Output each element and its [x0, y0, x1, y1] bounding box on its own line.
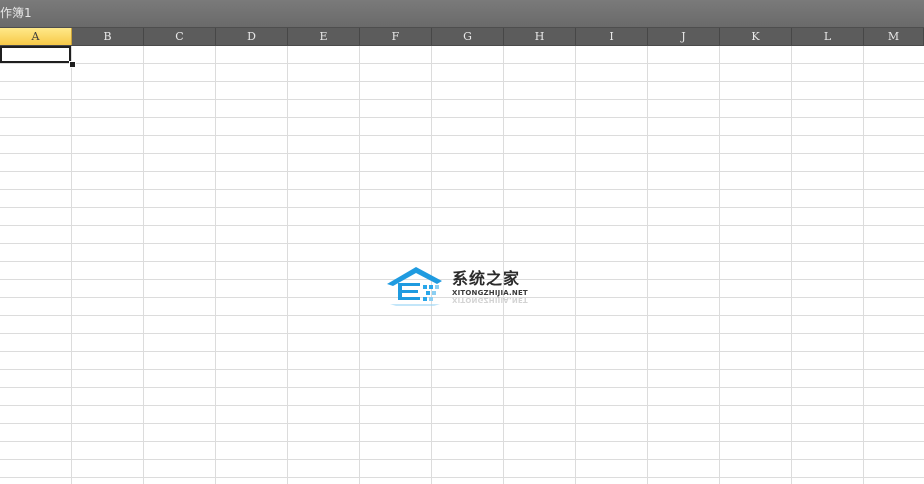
column-header-d[interactable]: D	[216, 28, 288, 45]
gridline-horizontal	[0, 333, 924, 334]
column-header-b[interactable]: B	[72, 28, 144, 45]
watermark-logo: 系统之家 XITONGZHIJIA.NET XITONGZHIJIA.NET	[384, 262, 544, 308]
gridline-horizontal	[0, 369, 924, 370]
gridline-horizontal	[0, 225, 924, 226]
column-header-a[interactable]: A	[0, 28, 72, 45]
gridline-horizontal	[0, 423, 924, 424]
column-header-c[interactable]: C	[144, 28, 216, 45]
gridline-horizontal	[0, 261, 924, 262]
gridline-vertical	[359, 46, 360, 484]
watermark-brand-cn: 系统之家	[452, 269, 521, 288]
gridline-horizontal	[0, 189, 924, 190]
workbook-title: 作簿1	[0, 6, 32, 20]
gridline-vertical	[575, 46, 576, 484]
column-header-l[interactable]: L	[792, 28, 864, 45]
gridline-horizontal	[0, 207, 924, 208]
gridline-horizontal	[0, 117, 924, 118]
column-header-k[interactable]: K	[720, 28, 792, 45]
column-header-e[interactable]: E	[288, 28, 360, 45]
active-cell-a1[interactable]	[0, 46, 71, 63]
gridline-vertical	[863, 46, 864, 484]
watermark-brand-en: XITONGZHIJIA.NET	[452, 289, 528, 297]
gridline-horizontal	[0, 315, 924, 316]
title-bar: 作簿1	[0, 0, 924, 28]
gridline-horizontal	[0, 405, 924, 406]
column-header-i[interactable]: I	[576, 28, 648, 45]
spreadsheet-window: 作簿1 ABCDEFGHIJKLM 系统之家 XITONGZHIJIA.NET …	[0, 0, 924, 484]
gridline-horizontal	[0, 351, 924, 352]
gridline-horizontal	[0, 135, 924, 136]
gridline-horizontal	[0, 441, 924, 442]
gridline-vertical	[503, 46, 504, 484]
gridline-vertical	[647, 46, 648, 484]
gridline-vertical	[143, 46, 144, 484]
gridline-horizontal	[0, 99, 924, 100]
column-header-g[interactable]: G	[432, 28, 504, 45]
gridline-vertical	[287, 46, 288, 484]
gridline-horizontal	[0, 279, 924, 280]
gridline-vertical	[719, 46, 720, 484]
gridline-horizontal	[0, 153, 924, 154]
gridline-vertical	[215, 46, 216, 484]
column-header-h[interactable]: H	[504, 28, 576, 45]
column-header-f[interactable]: F	[360, 28, 432, 45]
house-logo-icon	[387, 267, 442, 306]
fill-handle[interactable]	[69, 61, 76, 68]
column-header-m[interactable]: M	[864, 28, 924, 45]
gridline-horizontal	[0, 81, 924, 82]
gridline-horizontal	[0, 243, 924, 244]
cell-grid[interactable]: 系统之家 XITONGZHIJIA.NET XITONGZHIJIA.NET	[0, 46, 924, 484]
column-header-row: ABCDEFGHIJKLM	[0, 28, 924, 46]
gridline-vertical	[791, 46, 792, 484]
gridline-vertical	[71, 46, 72, 484]
gridline-horizontal	[0, 459, 924, 460]
gridline-horizontal	[0, 63, 924, 64]
gridline-vertical	[431, 46, 432, 484]
column-header-j[interactable]: J	[648, 28, 720, 45]
gridline-horizontal	[0, 387, 924, 388]
gridline-horizontal	[0, 297, 924, 298]
gridline-horizontal	[0, 477, 924, 478]
gridline-horizontal	[0, 171, 924, 172]
